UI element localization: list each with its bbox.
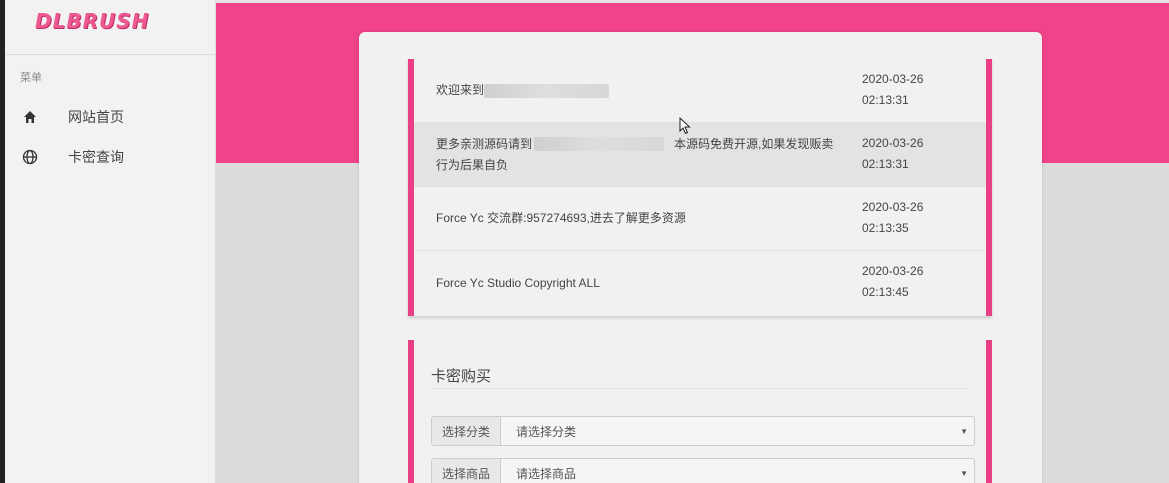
notice-date: 2020-03-26 — [862, 72, 924, 86]
notice-text: 欢迎来到 — [436, 80, 856, 101]
notice-time: 2020-03-26 02:13:45 — [862, 261, 923, 303]
sidebar-item-label: 网站首页 — [68, 109, 124, 125]
redacted-text — [534, 137, 665, 152]
menu-title: 菜单 — [20, 72, 42, 84]
category-select[interactable]: 选择分类 请选择分类 ▼ — [431, 416, 975, 446]
notice-date: 2020-03-26 — [862, 136, 924, 150]
notice-row: Force Yc Studio Copyright ALL 2020-03-26… — [414, 251, 986, 315]
notice-text-value: 更多亲测源码请到 — [436, 136, 533, 151]
notice-date: 2020-03-26 — [862, 264, 924, 278]
main-card: 欢迎来到 2020-03-26 02:13:31 更多亲测源码请到 本源码免费开源… — [359, 32, 1042, 483]
notice-row: Force Yc 交流群:957274693,进去了解更多资源 2020-03-… — [414, 187, 986, 251]
sidebar: DLBRUSH 菜单 网站首页 卡密查询 — [5, 0, 216, 483]
notice-text-value: 欢迎来到 — [436, 83, 485, 97]
sidebar-item-home[interactable]: 网站首页 — [5, 97, 215, 137]
mouse-cursor-icon — [679, 116, 691, 140]
notice-text: Force Yc 交流群:957274693,进去了解更多资源 — [436, 211, 686, 225]
notice-time: 2020-03-26 02:13:35 — [862, 197, 923, 239]
product-select-label: 选择商品 — [432, 459, 501, 483]
notice-clock: 02:13:31 — [862, 93, 909, 107]
notice-text-value: 行为后果自负 — [436, 157, 509, 172]
notice-text: 更多亲测源码请到 本源码免费开源,如果发现贩卖 行为后果自负 — [436, 134, 856, 176]
sidebar-item-label: 卡密查询 — [68, 149, 124, 165]
chevron-down-icon[interactable]: ▼ — [960, 427, 974, 436]
purchase-panel: 卡密购买 选择分类 请选择分类 ▼ 选择商品 请选择商品 ▼ — [408, 340, 992, 483]
divider — [431, 388, 969, 389]
notice-date: 2020-03-26 — [862, 200, 924, 214]
redacted-text — [484, 83, 610, 98]
notice-time: 2020-03-26 02:13:31 — [862, 69, 923, 111]
notice-row: 欢迎来到 2020-03-26 02:13:31 — [414, 59, 986, 123]
product-select[interactable]: 选择商品 请选择商品 ▼ — [431, 458, 975, 483]
category-select-value[interactable]: 请选择分类 — [501, 423, 960, 440]
notice-time: 2020-03-26 02:13:31 — [862, 133, 923, 175]
purchase-title: 卡密购买 — [431, 368, 492, 385]
notice-text-value: 本源码免费开源,如果发现贩卖 — [674, 136, 834, 151]
notice-panel: 欢迎来到 2020-03-26 02:13:31 更多亲测源码请到 本源码免费开源… — [408, 59, 992, 316]
notice-text: Force Yc Studio Copyright ALL — [436, 275, 600, 290]
notice-clock: 02:13:45 — [862, 285, 909, 299]
notice-row: 更多亲测源码请到 本源码免费开源,如果发现贩卖 行为后果自负 2020-03-26… — [414, 123, 986, 187]
globe-icon — [22, 149, 38, 165]
product-select-value[interactable]: 请选择商品 — [501, 465, 960, 482]
logo-text: DLBRUSH — [35, 9, 150, 33]
home-icon — [22, 109, 38, 125]
category-select-label: 选择分类 — [432, 417, 501, 445]
chevron-down-icon[interactable]: ▼ — [960, 469, 974, 478]
notice-clock: 02:13:31 — [862, 157, 909, 171]
notice-clock: 02:13:35 — [862, 221, 909, 235]
sidebar-item-card-query[interactable]: 卡密查询 — [5, 137, 215, 177]
brand-logo[interactable]: DLBRUSH — [5, 0, 215, 55]
